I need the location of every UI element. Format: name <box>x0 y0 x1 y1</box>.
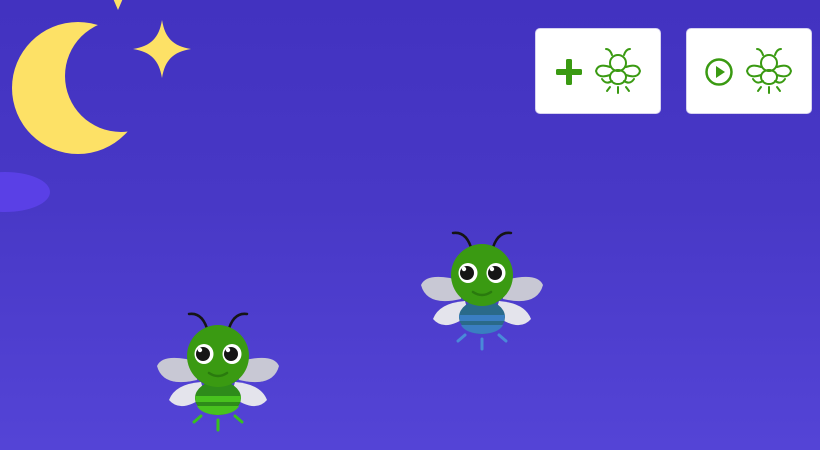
firefly-icon <box>746 48 792 94</box>
glow-lines <box>192 414 244 432</box>
night-sky-scene <box>0 0 820 450</box>
play-circle-icon <box>705 58 733 86</box>
firefly-2[interactable] <box>417 229 547 353</box>
firefly-1[interactable] <box>153 310 283 434</box>
glow-lines <box>456 333 508 351</box>
play-fireflies-button[interactable] <box>686 28 812 114</box>
star-icon <box>133 20 191 78</box>
star-top-icon <box>113 0 123 10</box>
add-firefly-button[interactable] <box>535 28 661 114</box>
cloud-shape <box>0 172 50 212</box>
firefly-icon <box>595 48 641 94</box>
plus-icon <box>556 59 582 85</box>
moon-icon <box>12 22 144 154</box>
